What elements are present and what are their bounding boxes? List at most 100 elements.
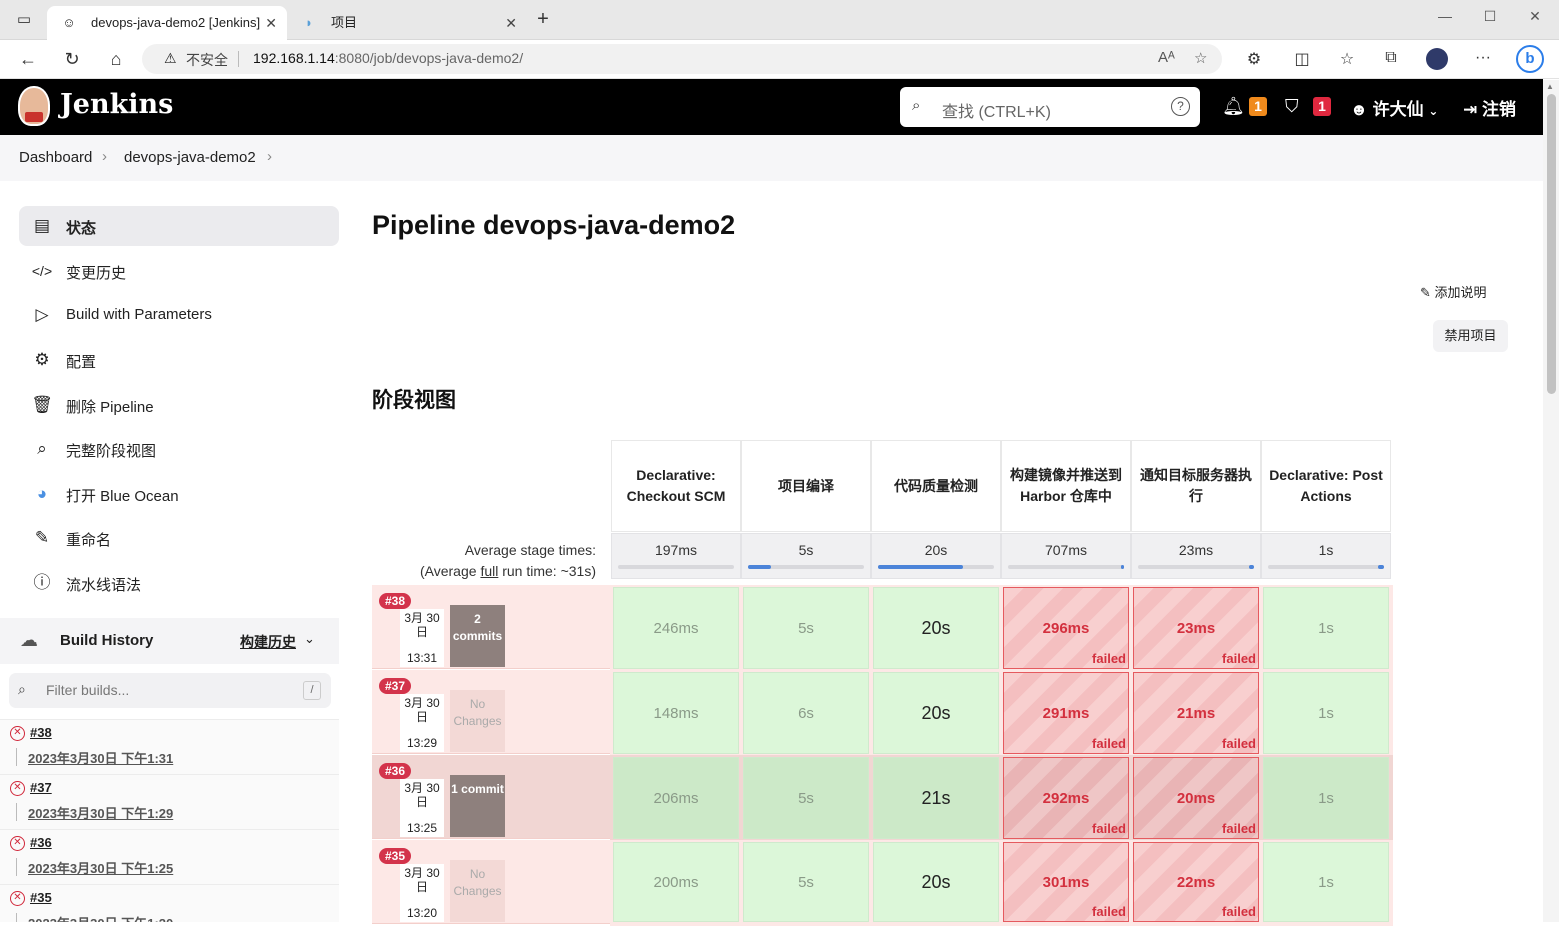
collections-icon[interactable]: ⧉	[1380, 49, 1402, 67]
search-input[interactable]: ⌕ 查找 (CTRL+K) ?	[900, 87, 1200, 127]
build-number-link[interactable]: #35	[30, 890, 52, 905]
build-date-link[interactable]: 2023年3月30日 下午1:29	[28, 803, 173, 822]
breadcrumb-dashboard[interactable]: Dashboard	[19, 149, 92, 166]
build-history-row[interactable]: ✕ #38 2023年3月30日 下午1:31	[0, 719, 339, 774]
stage-cell-success[interactable]: 1s	[1263, 587, 1389, 669]
new-tab-icon[interactable]: +	[534, 9, 552, 29]
sidebar-item-rename[interactable]: ✎ 重命名	[19, 518, 339, 558]
tab-actions-icon[interactable]: ▭	[15, 11, 33, 29]
search-help-icon[interactable]: ?	[1171, 97, 1190, 116]
stage-cell-failed[interactable]: 21ms failed	[1133, 672, 1259, 754]
close-tab-icon[interactable]: ✕	[505, 6, 517, 40]
back-icon[interactable]: ←	[17, 48, 39, 70]
scroll-up-icon[interactable]: ▲	[1546, 82, 1554, 91]
stage-cell-success[interactable]: 1s	[1263, 757, 1389, 839]
sidebar-item-build-with-parameters[interactable]: ▷ Build with Parameters	[19, 295, 339, 335]
build-number-link[interactable]: #37	[30, 780, 52, 795]
sidebar-item-configure[interactable]: ⚙ 配置	[19, 340, 339, 380]
refresh-icon[interactable]: ↻	[61, 48, 83, 70]
run-number-badge[interactable]: #37	[379, 678, 412, 694]
stage-cell-success[interactable]: 200ms	[613, 842, 739, 922]
sidebar-item-status[interactable]: ▤ 状态	[19, 206, 339, 246]
scroll-thumb[interactable]	[1547, 94, 1556, 394]
stage-cell-success[interactable]: 1s	[1263, 672, 1389, 754]
stage-cell-success[interactable]: 148ms	[613, 672, 739, 754]
stage-cell-failed[interactable]: 301ms failed	[1003, 842, 1129, 922]
sidebar-item-blue-ocean[interactable]: ◕ 打开 Blue Ocean	[19, 474, 339, 514]
split-screen-icon[interactable]: ◫	[1291, 49, 1313, 69]
full-run-link[interactable]: full	[480, 563, 498, 579]
url-field[interactable]: ⚠ 不安全 192.168.1.14:8080/job/devops-java-…	[142, 44, 1222, 74]
browser-tab-jenkins[interactable]: ☺ devops-java-demo2 [Jenkins] ✕	[47, 6, 287, 40]
build-trend-link[interactable]: 构建历史	[240, 632, 296, 652]
stage-cell-success[interactable]: 1s	[1263, 842, 1389, 922]
stage-cell-success[interactable]: 5s	[743, 757, 869, 839]
filter-builds-input[interactable]: ⌕ Filter builds... /	[9, 673, 331, 708]
close-tab-icon[interactable]: ✕	[265, 6, 277, 40]
jenkins-logo-text[interactable]: Jenkins	[60, 89, 173, 120]
read-aloud-icon[interactable]: Aᴬ	[1158, 49, 1175, 66]
logout-button[interactable]: ⇥ 注销	[1463, 95, 1516, 120]
extensions-icon[interactable]: ⚙	[1243, 49, 1265, 69]
breadcrumb-chevron-icon[interactable]: ›	[267, 148, 272, 165]
sidebar-item-delete-pipeline[interactable]: 🗑︎ 删除 Pipeline	[19, 385, 339, 425]
page-scrollbar[interactable]: ▲	[1543, 80, 1559, 922]
browser-tab-project[interactable]: ◗ 项目 ✕	[287, 6, 527, 40]
browser-tab-bar: ▭ ☺ devops-java-demo2 [Jenkins] ✕ ◗ 项目 ✕…	[0, 0, 1559, 40]
stage-cell-success[interactable]: 246ms	[613, 587, 739, 669]
build-date-link[interactable]: 2023年3月30日 下午1:31	[28, 748, 173, 767]
stage-cell-success[interactable]: 5s	[743, 842, 869, 922]
build-date-link[interactable]: 2023年3月30日 下午1:25	[28, 858, 173, 877]
run-info[interactable]: #37 3月 30 日 13:29 No Changes	[372, 670, 610, 754]
security-badge[interactable]: 1	[1313, 97, 1331, 116]
close-window-icon[interactable]: ✕	[1520, 8, 1550, 25]
stage-cell-failed[interactable]: 22ms failed	[1133, 842, 1259, 922]
build-history-row[interactable]: ✕ #36 2023年3月30日 下午1:25	[0, 829, 339, 884]
disable-project-button[interactable]: 禁用项目	[1433, 320, 1508, 352]
maximize-icon[interactable]: ☐	[1475, 8, 1505, 25]
stage-cell-success[interactable]: 20s	[873, 842, 999, 922]
bing-icon[interactable]: b	[1516, 45, 1544, 73]
stage-cell-failed[interactable]: 292ms failed	[1003, 757, 1129, 839]
run-number-badge[interactable]: #35	[379, 848, 412, 864]
stage-cell-success[interactable]: 6s	[743, 672, 869, 754]
user-menu[interactable]: ☻ 许大仙 ⌄	[1350, 95, 1438, 120]
home-icon[interactable]: ⌂	[105, 48, 127, 70]
more-icon[interactable]: ···	[1472, 49, 1494, 67]
breadcrumb-job[interactable]: devops-java-demo2	[124, 149, 256, 166]
run-info[interactable]: #38 3月 30 日 13:31 2 commits	[372, 585, 610, 669]
stage-cell-success[interactable]: 20s	[873, 672, 999, 754]
stage-cell-failed[interactable]: 23ms failed	[1133, 587, 1259, 669]
security-shield-icon[interactable]: ⛉	[1285, 96, 1299, 117]
stage-cell-success[interactable]: 5s	[743, 587, 869, 669]
run-number-badge[interactable]: #38	[379, 593, 412, 609]
jenkins-logo-icon[interactable]	[18, 86, 50, 126]
run-number-badge[interactable]: #36	[379, 763, 412, 779]
stage-cell-failed[interactable]: 296ms failed	[1003, 587, 1129, 669]
run-changes[interactable]: 1 commit	[450, 775, 505, 837]
stage-cell-success[interactable]: 206ms	[613, 757, 739, 839]
sidebar-item-pipeline-syntax[interactable]: ⓘ 流水线语法	[19, 563, 339, 603]
stage-cell-success[interactable]: 21s	[873, 757, 999, 839]
notifications-badge[interactable]: 1	[1249, 97, 1267, 116]
sidebar-item-changes[interactable]: </> 变更历史	[19, 251, 339, 291]
build-history-row[interactable]: ✕ #35 2023年3月30日 下午1:20	[0, 884, 339, 922]
run-info[interactable]: #36 3月 30 日 13:25 1 commit	[372, 755, 610, 839]
notifications-bell-icon[interactable]: 🔔︎	[1222, 96, 1245, 117]
build-number-link[interactable]: #38	[30, 725, 52, 740]
minimize-icon[interactable]: —	[1430, 8, 1460, 24]
add-description-link[interactable]: ✎ 添加说明	[1420, 282, 1487, 301]
profile-avatar[interactable]	[1426, 48, 1448, 70]
stage-cell-failed[interactable]: 291ms failed	[1003, 672, 1129, 754]
build-number-link[interactable]: #36	[30, 835, 52, 850]
chevron-down-icon[interactable]: ⌄	[304, 631, 315, 647]
build-history-row[interactable]: ✕ #37 2023年3月30日 下午1:29	[0, 774, 339, 829]
add-favorite-icon[interactable]: ☆	[1194, 49, 1207, 67]
sidebar-item-full-stage-view[interactable]: ⌕ 完整阶段视图	[19, 429, 339, 469]
stage-cell-success[interactable]: 20s	[873, 587, 999, 669]
favorites-icon[interactable]: ☆	[1336, 49, 1358, 69]
stage-cell-failed[interactable]: 20ms failed	[1133, 757, 1259, 839]
run-changes[interactable]: 2 commits	[450, 605, 505, 667]
run-info[interactable]: #35 3月 30 日 13:20 No Changes	[372, 840, 610, 924]
build-date-link[interactable]: 2023年3月30日 下午1:20	[28, 913, 173, 922]
